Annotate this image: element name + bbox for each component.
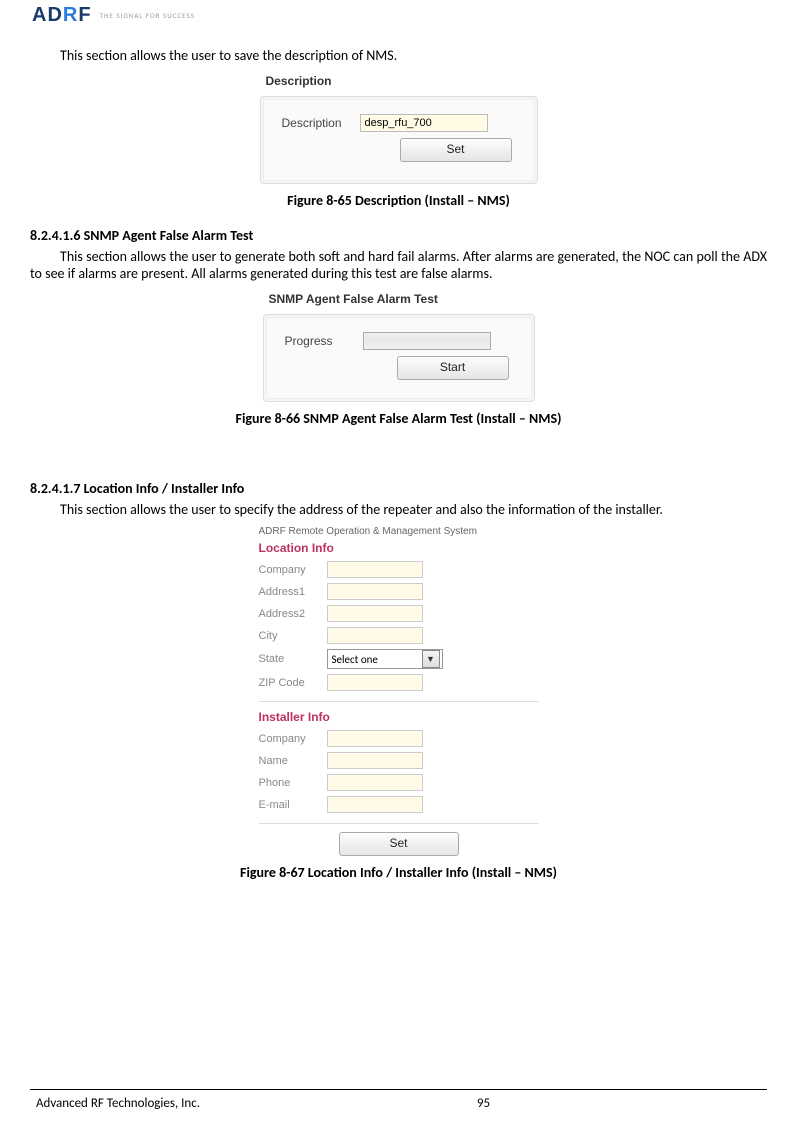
loc-address2-label: Address2: [259, 608, 327, 620]
divider: [259, 823, 539, 824]
inst-name-label: Name: [259, 755, 327, 767]
divider: [259, 701, 539, 702]
footer-company: Advanced RF Technologies, Inc.: [30, 1096, 200, 1111]
sec2-intro: This section allows the user to generate…: [30, 248, 767, 282]
sec3-intro: This section allows the user to specify …: [30, 501, 767, 518]
snmp-start-button[interactable]: Start: [397, 356, 509, 380]
loc-address1-input[interactable]: [327, 583, 423, 600]
location-set-button[interactable]: Set: [339, 832, 459, 856]
snmp-panel-title: SNMP Agent False Alarm Test: [263, 288, 535, 314]
chevron-down-icon: ▼: [422, 650, 440, 668]
sec1-intro: This section allows the user to save the…: [30, 47, 767, 64]
logo-text: ADRF: [32, 4, 92, 27]
logo-tagline: THE SIGNAL FOR SUCCESS: [100, 11, 195, 20]
description-panel: Description Description Set: [260, 70, 538, 184]
page-footer: Advanced RF Technologies, Inc. 95: [30, 1089, 767, 1111]
description-panel-title: Description: [260, 70, 538, 96]
loc-company-input[interactable]: [327, 561, 423, 578]
figure-8-66-caption: Figure 8-66 SNMP Agent False Alarm Test …: [30, 410, 767, 427]
inst-email-input[interactable]: [327, 796, 423, 813]
location-info-title: Location Info: [259, 541, 539, 555]
loc-zip-input[interactable]: [327, 674, 423, 691]
sec3-heading: 8.2.4.1.7 Location Info / Installer Info: [30, 480, 767, 497]
loc-address2-input[interactable]: [327, 605, 423, 622]
inst-phone-label: Phone: [259, 777, 327, 789]
inst-phone-input[interactable]: [327, 774, 423, 791]
loc-address1-label: Address1: [259, 586, 327, 598]
description-label: Description: [282, 116, 360, 130]
loc-city-label: City: [259, 630, 327, 642]
loc-state-value: Select one: [332, 653, 378, 666]
location-installer-panel: ADRF Remote Operation & Management Syste…: [259, 526, 539, 856]
figure-8-67-caption: Figure 8-67 Location Info / Installer In…: [30, 864, 767, 881]
snmp-panel: SNMP Agent False Alarm Test Progress Sta…: [263, 288, 535, 402]
sec2-heading: 8.2.4.1.6 SNMP Agent False Alarm Test: [30, 227, 767, 244]
loc-state-label: State: [259, 653, 327, 665]
inst-company-input[interactable]: [327, 730, 423, 747]
inst-company-label: Company: [259, 733, 327, 745]
description-input[interactable]: [360, 114, 488, 132]
figure-8-65-caption: Figure 8-65 Description (Install – NMS): [30, 192, 767, 209]
footer-page-number: 95: [200, 1096, 767, 1111]
logo-area: ADRF THE SIGNAL FOR SUCCESS: [30, 0, 767, 47]
loc-zip-label: ZIP Code: [259, 677, 327, 689]
loc-sys-title: ADRF Remote Operation & Management Syste…: [259, 526, 539, 537]
progress-bar: [363, 332, 491, 350]
inst-name-input[interactable]: [327, 752, 423, 769]
description-set-button[interactable]: Set: [400, 138, 512, 162]
installer-info-title: Installer Info: [259, 710, 539, 724]
loc-state-select[interactable]: Select one ▼: [327, 649, 443, 669]
loc-company-label: Company: [259, 564, 327, 576]
progress-label: Progress: [285, 334, 363, 348]
loc-city-input[interactable]: [327, 627, 423, 644]
inst-email-label: E-mail: [259, 799, 327, 811]
